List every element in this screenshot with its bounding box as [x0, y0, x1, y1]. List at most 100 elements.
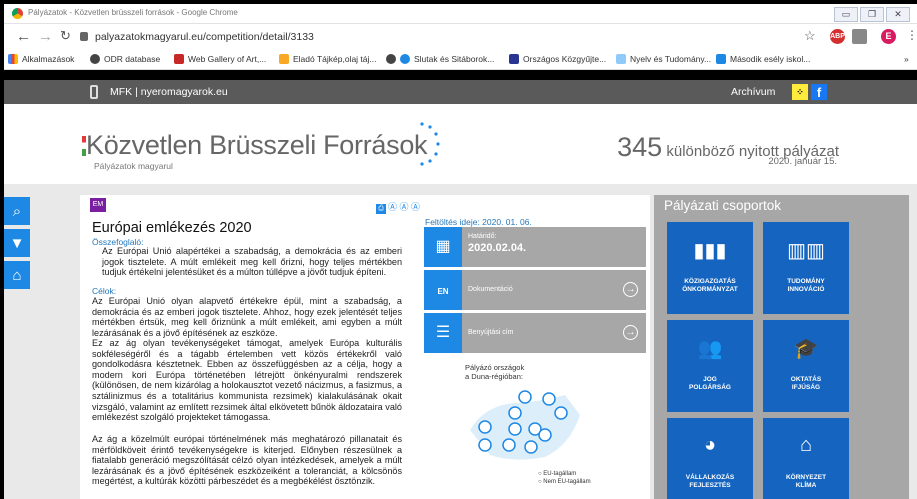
url-field[interactable]: palyazatokmagyarul.eu/competition/detail…	[95, 31, 314, 43]
tile-tudomany[interactable]: ▥▥ TUDOMÁNY INNOVÁCIÓ	[763, 222, 849, 314]
tile-oktatas[interactable]: 🎓 OKTATÁS IFJÚSÁG	[763, 320, 849, 412]
map-check-icon	[502, 438, 516, 452]
print-icon[interactable]: ⎙	[376, 204, 386, 214]
site-top-bar: MFK | nyeromagyarok.eu Archívum ⁘ f	[4, 80, 917, 104]
map-check-icon	[554, 406, 568, 420]
deadline-value: 2020.02.04.	[468, 242, 527, 254]
bookmark-masodik[interactable]: Második esély iskol...	[716, 54, 810, 64]
map-check-icon	[538, 428, 552, 442]
map-caption: Pályázó országok a Duna-régióban:	[465, 363, 525, 381]
arrow-right-icon[interactable]: →	[623, 282, 638, 297]
deadline-label: Határidő:	[468, 233, 497, 240]
tile-kornyezet[interactable]: ⌂ KÖRNYEZET KLÍMA	[763, 418, 849, 499]
font-size-icons[interactable]: Ⓐ Ⓐ Ⓐ	[388, 202, 420, 212]
phone-icon	[90, 85, 98, 99]
forward-icon[interactable]: →	[38, 28, 53, 45]
map-check-icon	[542, 392, 556, 406]
bookmark-apps[interactable]: Alkalmazások	[8, 54, 74, 64]
arrow-right-icon[interactable]: →	[623, 325, 638, 340]
bookmarks-bar: Alkalmazások ODR database Web Gallery of…	[4, 50, 917, 70]
eco-house-icon: ⌂	[799, 434, 813, 456]
site-subtitle: Pályázatok magyarul	[94, 161, 173, 171]
map-check-icon	[478, 420, 492, 434]
goals-label: Célok:	[92, 286, 117, 296]
back-icon[interactable]: ←	[16, 28, 31, 45]
submission-row[interactable]: ☰ Benyújtási cím →	[424, 313, 646, 353]
lock-icon	[80, 32, 88, 41]
map-check-icon	[508, 406, 522, 420]
article-title: Európai emlékezés 2020	[92, 220, 252, 236]
globe-icon	[90, 54, 100, 64]
partner-logo-icon[interactable]: ⁘	[792, 84, 808, 100]
groups-title: Pályázati csoportok	[664, 198, 782, 213]
close-window-button[interactable]: ✕	[886, 7, 910, 22]
people-icon: 👥	[697, 338, 723, 360]
goals-paragraph-2: Ez az ág olyan tevékenységeket támogat, …	[92, 338, 402, 423]
calendar-icon: ▦	[424, 227, 462, 267]
summary-text: Az Európai Unió alapértékei a szabadság,…	[102, 246, 402, 278]
school-icon	[716, 54, 726, 64]
danube-region-map	[470, 390, 580, 460]
goals-paragraph-1: Az Európai Unió olyan alapvető értékekre…	[92, 296, 402, 338]
upload-date: Feltöltés ideje: 2020. 01. 06.	[425, 217, 532, 227]
map-check-icon	[518, 390, 532, 404]
legend-noneu: ○ Nem EU-tagállam	[538, 479, 591, 485]
header-date: 2020. január 15.	[768, 156, 837, 167]
graduation-icon: 🎓	[793, 338, 819, 360]
bookmark-orszagos[interactable]: Országos Közgyűjte...	[509, 54, 606, 64]
site-logo[interactable]: Közvetlen Brüsszeli Források	[82, 130, 428, 161]
filter-icon[interactable]: ▼	[4, 229, 30, 259]
books-icon: ▥▥	[787, 240, 825, 262]
adblock-icon[interactable]: ABP	[830, 29, 845, 44]
document-icon: EN	[424, 270, 462, 310]
minimize-button[interactable]: ▭	[834, 7, 858, 22]
window-title: Pályázatok - Közvetlen brüsszeli forráso…	[28, 8, 238, 17]
star-icon[interactable]: ☆	[804, 28, 816, 44]
pie-chart-icon: ◕	[703, 434, 717, 456]
apps-icon	[8, 54, 18, 64]
bookmark-nyelv[interactable]: Nyelv és Tudomány...	[616, 54, 711, 64]
reload-icon[interactable]: ↻	[60, 28, 71, 44]
bookmark-odr[interactable]: ODR database	[90, 54, 160, 64]
page-icon	[616, 54, 626, 64]
documentation-row[interactable]: EN Dokumentáció →	[424, 270, 646, 310]
wga-icon	[174, 54, 184, 64]
library-icon	[509, 54, 519, 64]
globe-icon	[386, 54, 396, 64]
bar-chart-icon: ▮▮▮	[693, 240, 727, 262]
bookmark-wga[interactable]: Web Gallery of Art,...	[174, 54, 266, 64]
legend-eu: ○ EU-tagállam	[538, 471, 577, 477]
window-title-bar: Pályázatok - Közvetlen brüsszeli forráso…	[4, 4, 917, 24]
open-count-number: 345	[617, 132, 663, 162]
category-badge: EM	[90, 198, 106, 212]
chrome-icon	[12, 8, 23, 19]
tile-jog[interactable]: 👥 JOG POLGÁRSÁG	[667, 320, 753, 412]
extension-icon[interactable]	[852, 29, 867, 44]
search-icon[interactable]: ⌕	[4, 197, 30, 227]
facebook-icon[interactable]: f	[811, 84, 827, 100]
tile-vallalkozas[interactable]: ◕ VÁLLALKOZÁS FEJLESZTÉS	[667, 418, 753, 499]
profile-avatar[interactable]: E	[881, 29, 896, 44]
leaf-icon	[279, 54, 289, 64]
flower-icon	[400, 54, 410, 64]
mfk-link[interactable]: MFK | nyeromagyarok.eu	[110, 86, 228, 98]
map-check-icon	[508, 422, 522, 436]
bookmark-slutak[interactable]: Slutak és Sitáborok...	[386, 54, 494, 64]
menu-icon[interactable]: ⋮	[906, 28, 917, 42]
address-bar-row: ← → ↻ palyazatokmagyarul.eu/competition/…	[4, 24, 917, 50]
doc-badge: EN	[437, 287, 449, 296]
tile-kozigazgatas[interactable]: ▮▮▮ KÖZIGAZGATÁS ÖNKORMÁNYZAT	[667, 222, 753, 314]
list-icon: ☰	[424, 313, 462, 353]
restore-button[interactable]: ❐	[860, 7, 884, 22]
share-tools: ⎙ Ⓐ Ⓐ Ⓐ	[376, 200, 420, 214]
goals-paragraph-3: Az ág a közelmúlt európai történelmének …	[92, 434, 402, 487]
deadline-row: ▦ Határidő: 2020.02.04.	[424, 227, 646, 267]
logo-stars-icon	[420, 122, 440, 166]
submission-label: Benyújtási cím	[468, 329, 514, 336]
bookmarks-more-icon[interactable]: »	[904, 54, 909, 64]
documentation-label: Dokumentáció	[468, 286, 513, 293]
archive-link[interactable]: Archívum	[731, 86, 775, 98]
map-legend: ○ EU-tagállam ○ Nem EU-tagállam	[538, 470, 591, 486]
home-icon[interactable]: ⌂	[4, 261, 30, 291]
bookmark-eladoi[interactable]: Eladó Tájkép,olaj táj...	[279, 54, 376, 64]
